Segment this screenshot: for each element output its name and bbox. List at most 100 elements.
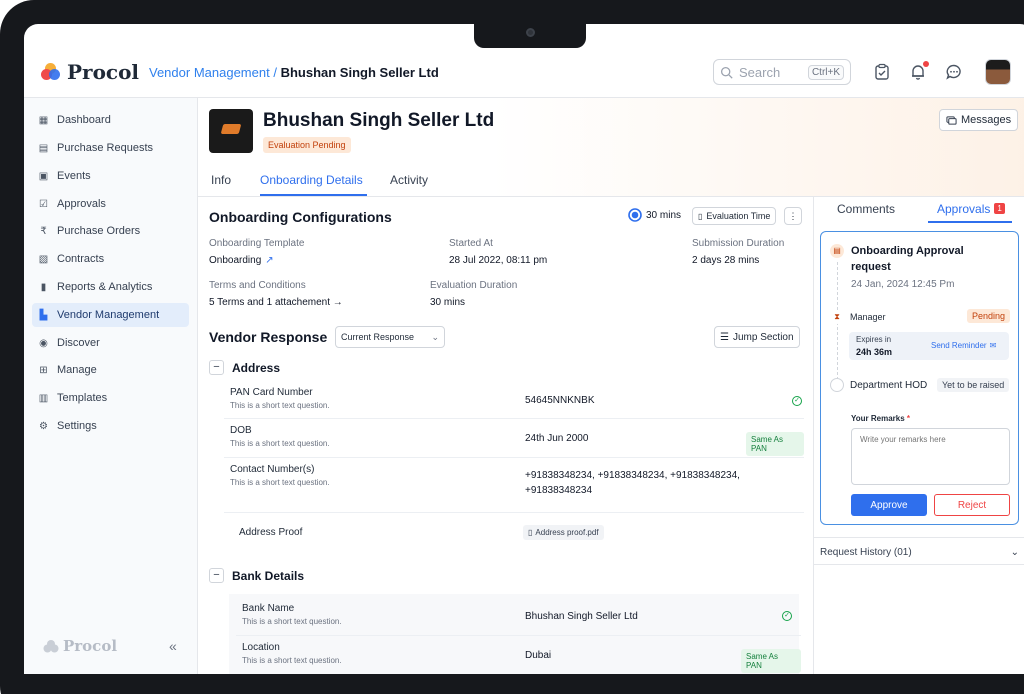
logo-icon [43, 640, 59, 653]
list-icon: ☰ [720, 331, 729, 343]
tab-activity[interactable]: Activity [390, 173, 428, 187]
file-attachment[interactable]: ▯ Address proof.pdf [523, 525, 604, 540]
reject-button[interactable]: Reject [934, 494, 1010, 516]
table-row: Address Proof ▯ Address proof.pdf [224, 513, 804, 553]
sidebar-footer-logo: Procol [43, 637, 117, 655]
calendar-icon: ▣ [38, 170, 49, 182]
sidebar-item-dashboard[interactable]: ▦ Dashboard [32, 108, 189, 132]
terms-link[interactable]: 5 Terms and 1 attachement → [209, 297, 343, 308]
send-reminder-button[interactable]: Send Reminder ✉ [931, 341, 996, 350]
app-logo[interactable]: Procol [41, 60, 139, 84]
evaluation-time-button[interactable]: ▯ Evaluation Time [692, 207, 777, 225]
sidebar-item-templates[interactable]: ▥ Templates [32, 386, 189, 410]
question-hint: This is a short text question. [242, 617, 342, 626]
messages-button[interactable]: Messages [939, 109, 1019, 131]
question-title: PAN Card Number [230, 387, 313, 398]
sidebar-item-settings[interactable]: ⚙ Settings [32, 414, 189, 438]
divider [814, 537, 1024, 538]
logo-icon [41, 63, 61, 81]
sidebar-item-discover[interactable]: ◉ Discover [32, 331, 189, 355]
sidebar-item-label: Manage [57, 364, 97, 376]
tab-approvals[interactable]: Approvals 1 [937, 202, 1005, 216]
breadcrumb: Vendor Management / Bhushan Singh Seller… [149, 65, 439, 80]
tasks-icon[interactable] [873, 63, 893, 83]
timeline-line [837, 262, 838, 390]
question-title: Address Proof [239, 527, 303, 538]
tab-info[interactable]: Info [211, 173, 231, 187]
search-shortcut: Ctrl+K [807, 64, 844, 80]
sidebar-item-approvals[interactable]: ☑ Approvals [32, 192, 189, 216]
sidebar-item-label: Dashboard [57, 114, 111, 126]
expires-box: Expires in 24h 36m Send Reminder ✉ [849, 332, 1009, 360]
approval-date: 24 Jan, 2024 12:45 Pm [851, 279, 955, 290]
answer-value: +91838348234, +91838348234, +91838348234… [525, 470, 740, 496]
clipboard-icon: ▯ [698, 211, 703, 221]
breadcrumb-parent[interactable]: Vendor Management [149, 65, 270, 80]
remarks-label-text: Your Remarks [851, 414, 905, 423]
user-avatar[interactable] [985, 59, 1011, 85]
app-screen: Procol Vendor Management / Bhushan Singh… [24, 24, 1024, 674]
approve-button[interactable]: Approve [851, 494, 927, 516]
section-title: Address [232, 360, 281, 375]
sidebar-item-label: Purchase Orders [57, 225, 141, 237]
template-value-link[interactable]: Onboarding ↗ [209, 255, 274, 266]
clock-icon [628, 208, 642, 222]
collapse-icon: − [209, 360, 224, 375]
approval-request-icon: ▤ [830, 244, 844, 258]
collapse-sidebar-icon[interactable]: « [169, 638, 177, 654]
remarks-field[interactable] [851, 428, 1010, 485]
response-version-dropdown[interactable]: Current Response ⌄ [335, 326, 445, 348]
more-vertical-icon: ⋮ [788, 210, 798, 221]
collapse-icon: − [209, 568, 224, 583]
manager-label: Manager [850, 312, 886, 322]
answer-value: 24th Jun 2000 [525, 433, 589, 444]
chevron-down-icon: ⌄ [431, 331, 439, 342]
external-link-icon: ↗ [265, 255, 274, 266]
sidebar-item-vendor-management[interactable]: ▙ Vendor Management [32, 303, 189, 327]
notification-bell-icon[interactable] [909, 61, 929, 83]
tab-onboarding-details[interactable]: Onboarding Details [260, 173, 363, 187]
tab-comments[interactable]: Comments [837, 202, 895, 216]
jump-section-button[interactable]: ☰ Jump Section [714, 326, 800, 348]
camera-icon [526, 28, 535, 37]
sidebar-item-label: Purchase Requests [57, 142, 153, 154]
breadcrumb-separator: / [273, 65, 277, 80]
messages-label: Messages [961, 114, 1012, 126]
sidebar-item-label: Approvals [57, 198, 106, 210]
approval-title: Onboarding Approval request [851, 245, 964, 273]
question-hint: This is a short text question. [242, 656, 342, 665]
address-section-header[interactable]: − Address [209, 360, 280, 375]
dashboard-icon: ▦ [38, 114, 49, 126]
dropdown-value: Current Response [341, 332, 415, 342]
sidebar-item-label: Reports & Analytics [57, 281, 153, 293]
expires-label: Expires in [856, 335, 892, 344]
mail-icon: ✉ [989, 341, 997, 350]
sidebar-item-events[interactable]: ▣ Events [32, 164, 189, 188]
question-title: Contact Number(s) [230, 464, 315, 475]
sidebar-item-contracts[interactable]: ▧ Contracts [32, 247, 189, 271]
logo-text: Procol [67, 60, 140, 84]
terms-label: Terms and Conditions [209, 280, 306, 291]
sidebar-item-manage[interactable]: ⊞ Manage [32, 358, 189, 382]
verified-check-icon: ✓ [782, 611, 792, 621]
template-label: Onboarding Template [209, 238, 305, 249]
send-reminder-label: Send Reminder [931, 341, 987, 350]
vendor-icon: ▙ [39, 309, 48, 321]
question-hint: This is a short text question. [230, 401, 330, 410]
same-as-pan-tag: Same As PAN [746, 432, 804, 456]
approval-card: ▤ Onboarding Approval request 24 Jan, 20… [820, 231, 1019, 525]
sidebar-item-purchase-requests[interactable]: ▤ Purchase Requests [32, 136, 189, 160]
table-row: Contact Number(s) This is a short text q… [224, 458, 804, 513]
search-box[interactable]: Search Ctrl+K [713, 59, 851, 85]
search-icon [720, 66, 733, 79]
submission-value: 2 days 28 mins [692, 255, 760, 266]
bank-section-header[interactable]: − Bank Details [209, 568, 304, 583]
question-title: Bank Name [242, 603, 295, 614]
sidebar-item-reports-analytics[interactable]: ▮ Reports & Analytics [32, 275, 189, 299]
status-badge: Evaluation Pending [263, 137, 351, 153]
sidebar-item-purchase-orders[interactable]: ₹ Purchase Orders [32, 219, 189, 243]
request-history-toggle[interactable]: Request History (01) ⌄ [820, 547, 1019, 558]
sidebar-footer-text: Procol [63, 637, 118, 655]
chat-icon[interactable] [945, 63, 965, 83]
more-options-button[interactable]: ⋮ [784, 207, 802, 225]
